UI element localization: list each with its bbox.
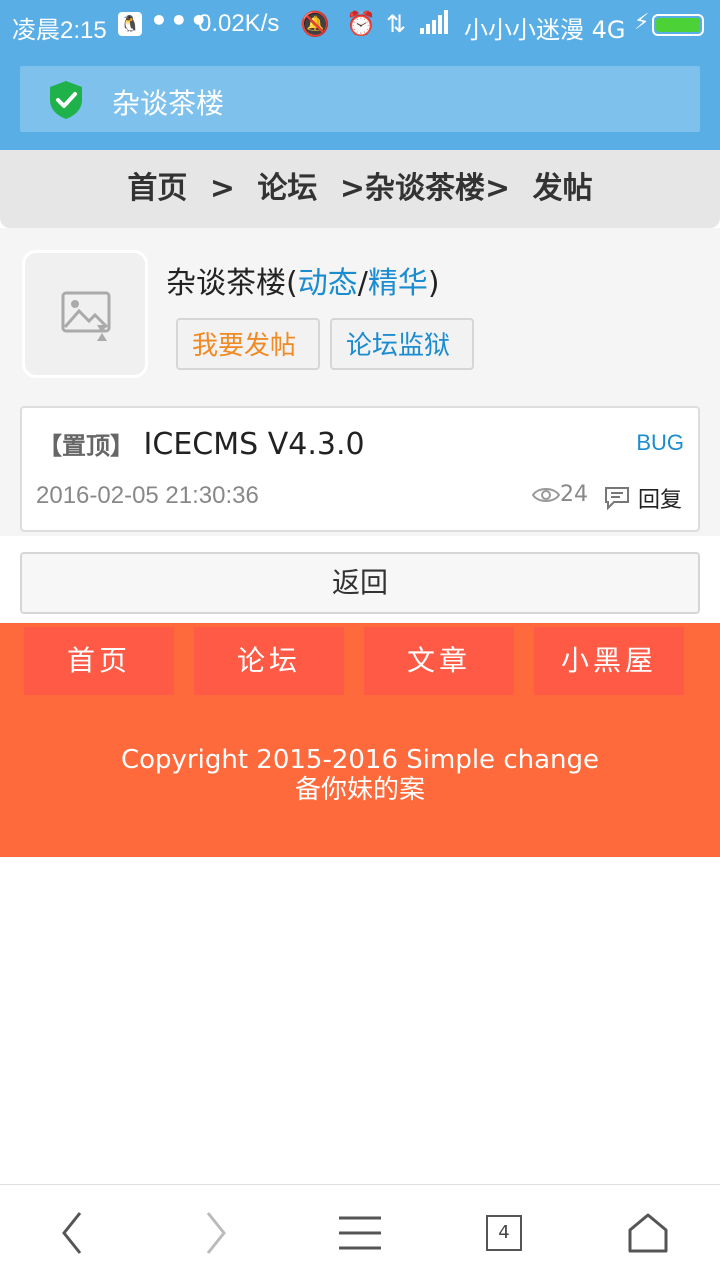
- forum-jail-button[interactable]: 论坛监狱: [330, 318, 474, 370]
- slash: /: [357, 266, 368, 301]
- post-title[interactable]: ICECMS V4.3.0: [144, 427, 365, 462]
- breadcrumb-home[interactable]: 首页: [127, 171, 187, 206]
- network-speed: 0.02K/s: [198, 10, 280, 37]
- chevron-left-icon: [62, 1212, 82, 1254]
- new-post-button[interactable]: 我要发帖: [176, 318, 320, 370]
- data-transfer-icon: ⇅: [386, 10, 407, 38]
- post-reply[interactable]: 回复: [604, 482, 682, 514]
- comment-icon: [605, 487, 629, 510]
- title-bar: 杂谈茶楼: [20, 66, 700, 132]
- forward-nav-button[interactable]: [176, 1185, 256, 1281]
- copyright-text: Copyright 2015-2016 Simple change: [120, 745, 600, 775]
- paren-open: (: [286, 266, 298, 301]
- footer-nav-articles[interactable]: 文章: [364, 627, 514, 695]
- footer-nav-forum[interactable]: 论坛: [194, 627, 344, 695]
- mute-icon: 🔕: [300, 10, 330, 38]
- header: 杂谈茶楼: [0, 50, 720, 150]
- copyright: Copyright 2015-2016 Simple change 备你妹的案: [0, 745, 720, 805]
- status-time: 凌晨2:15: [12, 17, 107, 44]
- tabs-button[interactable]: 4: [464, 1185, 544, 1281]
- post-tag[interactable]: BUG: [636, 430, 684, 456]
- post-title-line: 【置顶】 ICECMS V4.3.0: [38, 426, 365, 462]
- image-placeholder-icon: [61, 291, 111, 341]
- back-button[interactable]: 返回: [20, 552, 700, 614]
- breadcrumb-forum[interactable]: 论坛: [257, 171, 317, 206]
- breadcrumb-separator: >: [209, 171, 235, 206]
- forum-name: 杂谈茶楼: [166, 266, 286, 301]
- icp-text: 备你妹的案: [294, 775, 425, 805]
- menu-icon: [339, 1216, 381, 1250]
- pinned-badge: 【置顶】: [38, 432, 134, 460]
- forum-info: 杂谈茶楼(动态/精华) 我要发帖 论坛监狱: [0, 228, 720, 396]
- footer-nav-blackroom[interactable]: 小黑屋: [534, 627, 684, 695]
- alarm-icon: ⏰: [346, 10, 376, 38]
- qq-icon: 🐧: [118, 12, 142, 36]
- tabs-count: 4: [486, 1215, 522, 1251]
- breadcrumb: 首页 > 论坛 >杂谈茶楼> 发帖: [0, 150, 720, 228]
- menu-button[interactable]: [320, 1185, 400, 1281]
- page-title: 杂谈茶楼: [112, 87, 225, 120]
- home-button[interactable]: [608, 1185, 688, 1281]
- post-date: 2016-02-05 21:30:36: [36, 482, 259, 509]
- paren-close: ): [427, 266, 440, 301]
- breadcrumb-board[interactable]: >杂谈茶楼>: [340, 171, 510, 206]
- activity-link[interactable]: 动态: [298, 266, 358, 301]
- signal-icon: [420, 10, 452, 40]
- status-bar: 凌晨2:15 🐧 ••• 0.02K/s 🔕 ⏰ ⇅ 小小小迷漫 4G ⚡: [0, 0, 720, 50]
- post-item[interactable]: 【置顶】 ICECMS V4.3.0 BUG 2016-02-05 21:30:…: [20, 406, 700, 532]
- breadcrumb-action: 发帖: [532, 171, 593, 206]
- post-views: 24: [532, 482, 588, 507]
- browser-toolbar: 4: [0, 1184, 720, 1281]
- home-icon: [628, 1213, 668, 1253]
- forum-name-line: 杂谈茶楼(动态/精华): [166, 258, 440, 302]
- shield-check-icon: [50, 81, 82, 119]
- charging-icon: ⚡: [634, 10, 650, 35]
- back-nav-button[interactable]: [32, 1185, 112, 1281]
- footer: 首页 论坛 文章 小黑屋 Copyright 2015-2016 Simple …: [0, 623, 720, 857]
- chevron-right-icon: [206, 1212, 226, 1254]
- battery-icon: [652, 14, 704, 36]
- footer-nav-home[interactable]: 首页: [24, 627, 174, 695]
- forum-avatar: [22, 250, 148, 378]
- featured-link[interactable]: 精华: [368, 266, 428, 301]
- reply-label: 回复: [638, 488, 683, 513]
- carrier-name: 小小小迷漫 4G: [464, 16, 626, 44]
- eye-icon: [532, 487, 560, 502]
- views-count: 24: [560, 482, 588, 507]
